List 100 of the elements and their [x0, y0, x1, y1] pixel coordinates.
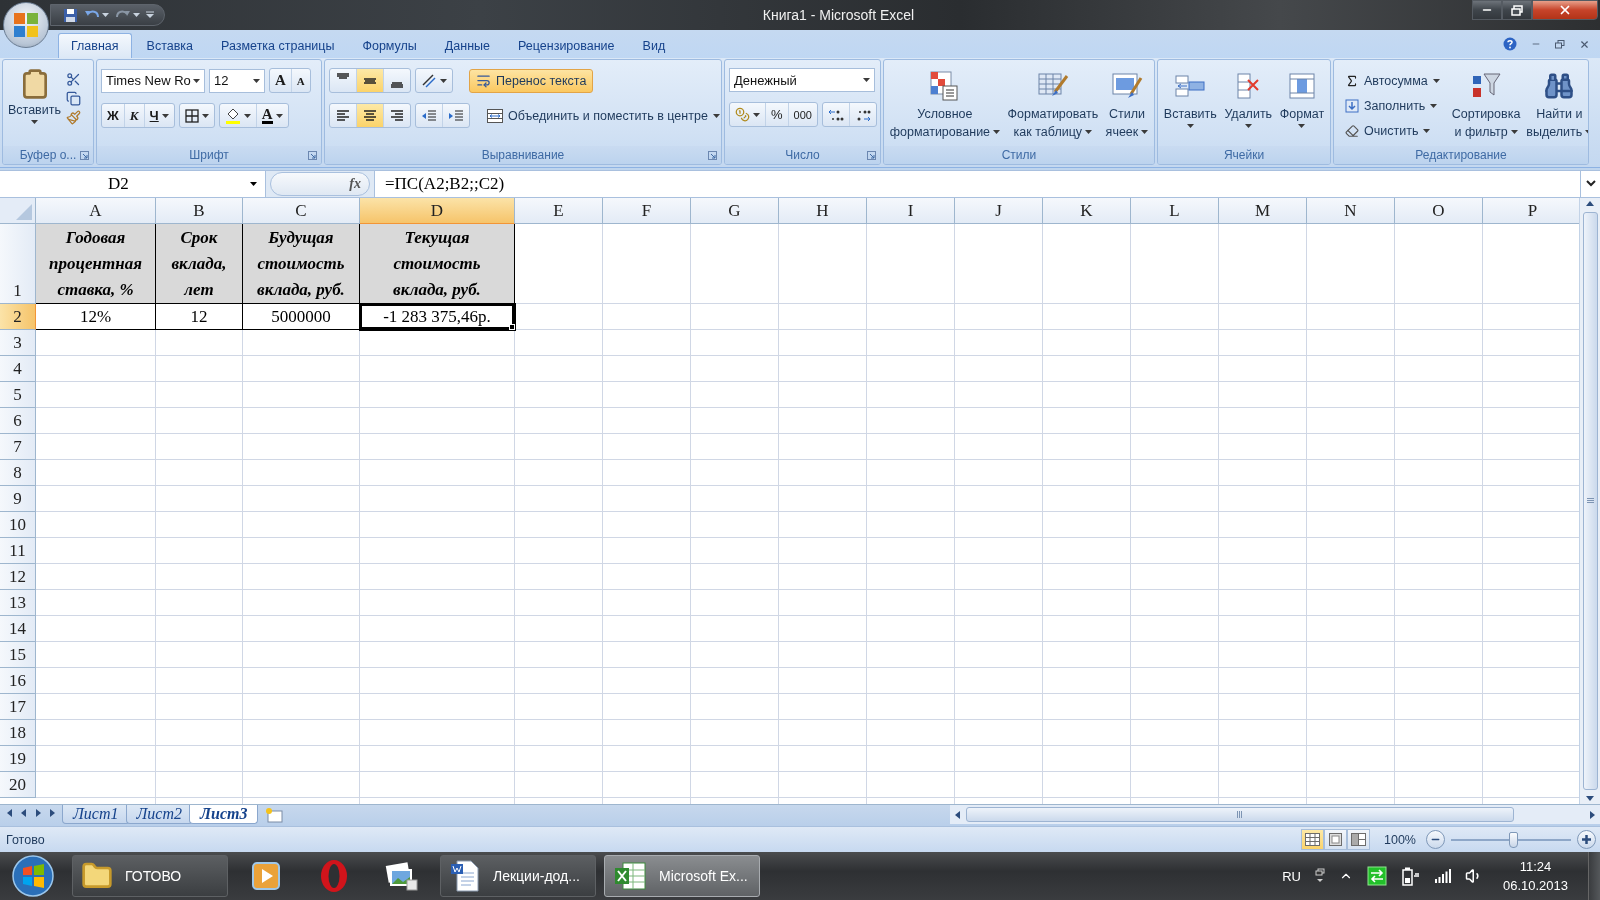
formula-field[interactable]: =ПС(A2;B2;;C2) [374, 171, 1580, 197]
row-header[interactable]: 12 [0, 564, 36, 590]
row-header[interactable]: 5 [0, 382, 36, 408]
fill-handle[interactable] [509, 324, 515, 330]
row-header[interactable]: 13 [0, 590, 36, 616]
column-header[interactable]: J [955, 198, 1043, 224]
font-color-button[interactable]: A [256, 104, 288, 127]
row-header[interactable]: 9 [0, 486, 36, 512]
column-header[interactable]: D [360, 198, 515, 224]
taskbar-button[interactable]: Microsoft Ex... [604, 855, 760, 897]
column-header[interactable]: M [1219, 198, 1307, 224]
horizontal-scrollbar[interactable] [950, 805, 1600, 824]
row-header[interactable]: 16 [0, 668, 36, 694]
cells-button[interactable]: Формат [1278, 68, 1326, 146]
styles-button[interactable]: Условное форматирование [888, 68, 1002, 146]
grow-font-button[interactable]: A [270, 69, 292, 92]
insert-function-button[interactable]: fx [349, 176, 361, 192]
editing-button[interactable]: Очистить [1338, 120, 1447, 142]
taskbar-button[interactable]: Лекции-дод... [440, 855, 596, 897]
scroll-left-icon[interactable] [954, 810, 962, 819]
signal-bars-icon[interactable] [1434, 869, 1451, 883]
vertical-scrollbar[interactable] [1579, 198, 1600, 804]
scroll-down-icon[interactable] [1586, 794, 1594, 802]
row-header[interactable]: 8 [0, 460, 36, 486]
underline-button[interactable]: Ч [144, 104, 174, 127]
scroll-right-icon[interactable] [1588, 810, 1596, 819]
percent-button[interactable]: % [766, 103, 789, 126]
restore-button[interactable] [1555, 39, 1565, 49]
ribbon-tab[interactable]: Вставка [133, 33, 207, 58]
office-button[interactable] [3, 2, 49, 48]
ribbon-tab[interactable]: Разметка страницы [208, 33, 348, 58]
column-header[interactable]: H [779, 198, 867, 224]
taskbar-button[interactable]: ГОТОВО [72, 855, 228, 897]
horizontal-align-button[interactable] [357, 104, 384, 127]
row-header[interactable]: 20 [0, 772, 36, 798]
column-header[interactable]: F [603, 198, 691, 224]
view-mode-button[interactable] [1301, 829, 1324, 850]
ribbon-tab[interactable]: Вид [629, 33, 679, 58]
dialog-launcher-icon[interactable] [308, 151, 317, 160]
input-options-icon[interactable] [1314, 868, 1325, 884]
copy-button[interactable] [66, 91, 81, 106]
vertical-align-button[interactable] [357, 69, 384, 92]
row-header[interactable]: 11 [0, 538, 36, 564]
bold-button[interactable]: Ж [102, 104, 125, 127]
wrap-text-button[interactable]: Перенос текста [469, 68, 594, 93]
row-header[interactable]: 10 [0, 512, 36, 538]
font-name-dropdown[interactable]: Times New Ro [101, 68, 205, 93]
column-header[interactable]: I [867, 198, 955, 224]
previous-sheet-icon[interactable] [20, 809, 28, 817]
ribbon-tab[interactable]: Рецензирование [505, 33, 628, 58]
sync-icon[interactable] [1366, 866, 1387, 886]
next-sheet-icon[interactable] [34, 809, 42, 817]
row-header[interactable]: 3 [0, 330, 36, 356]
restore-button[interactable] [1502, 0, 1532, 20]
first-sheet-icon[interactable] [6, 809, 14, 817]
column-header[interactable]: L [1131, 198, 1219, 224]
row-header[interactable]: 17 [0, 694, 36, 720]
column-header[interactable]: K [1043, 198, 1131, 224]
scrollbar-thumb[interactable] [1582, 212, 1598, 790]
last-sheet-icon[interactable] [48, 809, 56, 817]
dialog-launcher-icon[interactable] [80, 151, 89, 160]
close-button[interactable] [1579, 38, 1590, 50]
ribbon-tab[interactable]: Данные [431, 33, 504, 58]
thousands-separator-button[interactable]: 000 [788, 103, 817, 126]
orientation-button[interactable] [415, 68, 453, 93]
zoom-level[interactable]: 100% [1384, 832, 1416, 847]
row-header[interactable]: 6 [0, 408, 36, 434]
cells-button[interactable]: Удалить [1223, 68, 1274, 146]
row-header[interactable]: 14 [0, 616, 36, 642]
scrollbar-thumb[interactable] [966, 807, 1514, 822]
font-size-dropdown[interactable]: 12 [209, 68, 265, 93]
column-header[interactable]: B [156, 198, 243, 224]
row-header[interactable]: 18 [0, 720, 36, 746]
battery-plug-icon[interactable] [1400, 866, 1421, 886]
paste-button[interactable]: Вставить [7, 68, 62, 146]
format-painter-button[interactable] [66, 110, 81, 125]
minimize-button[interactable] [1472, 0, 1502, 20]
row-header[interactable]: 19 [0, 746, 36, 772]
editing-button[interactable]: Сортировка и фильтр [1450, 68, 1522, 146]
italic-button[interactable]: К [124, 104, 145, 127]
name-box[interactable]: D2 [0, 171, 266, 197]
view-mode-button[interactable] [1347, 829, 1370, 850]
help-button[interactable] [1503, 37, 1517, 51]
styles-button[interactable]: Форматировать как таблицу [1006, 68, 1100, 146]
editing-button[interactable]: Найти и выделить [1525, 68, 1588, 146]
scroll-up-icon[interactable] [1586, 200, 1594, 208]
view-mode-button[interactable] [1324, 829, 1347, 850]
save-button[interactable] [63, 7, 78, 23]
close-button[interactable] [1532, 0, 1598, 20]
row-header[interactable]: 2 [0, 304, 36, 330]
column-header[interactable]: P [1483, 198, 1579, 224]
shrink-font-button[interactable]: A [291, 69, 310, 92]
ribbon-tab[interactable]: Главная [58, 33, 132, 58]
column-header[interactable]: C [243, 198, 360, 224]
ribbon-tab[interactable]: Формулы [349, 33, 430, 58]
column-header[interactable]: O [1395, 198, 1483, 224]
dialog-launcher-icon[interactable] [708, 151, 717, 160]
customize-toolbar-button[interactable] [146, 11, 154, 19]
clock[interactable]: 11:24 06.10.2013 [1496, 857, 1574, 895]
column-header[interactable]: N [1307, 198, 1395, 224]
